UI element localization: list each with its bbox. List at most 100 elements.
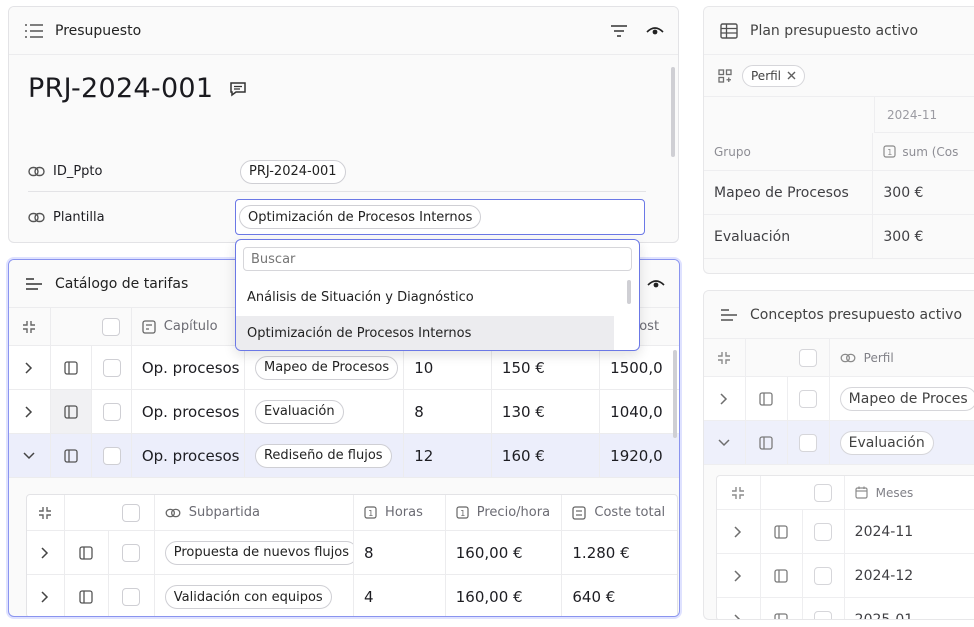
cell-mes: 2024-11 bbox=[854, 523, 914, 540]
select-all-checkbox[interactable] bbox=[814, 483, 833, 502]
field-id-ppto: ID_Ppto PRJ-2024-001 bbox=[28, 152, 646, 192]
select-all-checkbox[interactable] bbox=[799, 348, 818, 367]
subtable-row[interactable]: 2024-11 bbox=[717, 510, 974, 554]
cell-precio: 150 € bbox=[492, 346, 601, 389]
link-icon bbox=[28, 212, 45, 223]
comment-icon[interactable] bbox=[229, 81, 247, 97]
open-record-icon[interactable] bbox=[51, 434, 93, 477]
expand-icon[interactable] bbox=[9, 346, 51, 389]
open-record-icon[interactable] bbox=[51, 346, 93, 389]
subtable-row[interactable]: 2024-12 bbox=[717, 554, 974, 598]
pivot-row[interactable]: Evaluación 300 € bbox=[704, 215, 974, 259]
row-checkbox[interactable] bbox=[122, 588, 141, 606]
col-perfil[interactable]: Perfil bbox=[830, 339, 974, 376]
cell-capitulo: Op. procesos bbox=[132, 390, 245, 433]
row-checkbox[interactable] bbox=[102, 402, 121, 421]
field-label: Plantilla bbox=[53, 209, 105, 225]
subpartida-chip[interactable]: Propuesta de nuevos flujos bbox=[164, 540, 354, 565]
link-icon bbox=[28, 166, 45, 177]
subtable-row[interactable]: Propuesta de nuevos flujos 8 160,00 € 1.… bbox=[27, 531, 677, 575]
partida-chip[interactable]: Mapeo de Procesos bbox=[254, 355, 399, 380]
expand-icon[interactable] bbox=[27, 531, 65, 574]
dropdown-option[interactable]: Análisis de Situación y Diagnóstico bbox=[236, 280, 614, 314]
collapse-all-icon[interactable] bbox=[27, 495, 65, 530]
expand-icon[interactable] bbox=[717, 554, 761, 597]
open-record-icon[interactable] bbox=[746, 421, 788, 464]
cell-precio: 160 € bbox=[492, 434, 601, 477]
table-row[interactable]: Op. procesos Mapeo de Procesos 10 150 € … bbox=[9, 346, 679, 390]
presupuesto-panel: Presupuesto PRJ-2024-001 ID_Ppto PRJ-202… bbox=[8, 6, 679, 243]
panel-title: Plan presupuesto activo bbox=[750, 22, 919, 39]
table-row-selected[interactable]: Op. procesos Rediseño de flujos 12 160 €… bbox=[9, 434, 679, 478]
link-icon bbox=[165, 508, 181, 517]
pivot-header-period: 2024-11 bbox=[874, 97, 974, 133]
row-checkbox[interactable] bbox=[814, 522, 833, 541]
col-coste-total[interactable]: Coste total bbox=[562, 495, 677, 530]
select-all-checkbox[interactable] bbox=[102, 317, 121, 336]
pivot-row[interactable]: Mapeo de Procesos 300 € bbox=[704, 171, 974, 215]
number-icon: 1 bbox=[364, 506, 377, 519]
partida-chip[interactable]: Evaluación bbox=[254, 399, 344, 424]
row-checkbox[interactable] bbox=[102, 358, 121, 377]
close-icon[interactable] bbox=[787, 71, 796, 80]
perfil-chip[interactable]: Evaluación bbox=[839, 430, 934, 455]
cell-precio: 160,00 € bbox=[446, 531, 563, 574]
col-meses[interactable]: Meses bbox=[845, 476, 974, 509]
cell-horas: 8 bbox=[354, 531, 446, 574]
expand-icon[interactable] bbox=[717, 510, 761, 553]
collapse-row-icon[interactable] bbox=[704, 421, 746, 464]
expand-icon[interactable] bbox=[9, 390, 51, 433]
dropdown-option-selected[interactable]: Optimización de Procesos Internos bbox=[236, 316, 614, 350]
col-subpartida[interactable]: Subpartida bbox=[155, 495, 355, 530]
table-row-selected[interactable]: Evaluación bbox=[704, 421, 974, 465]
field-value-chip[interactable]: PRJ-2024-001 bbox=[240, 159, 346, 184]
plantilla-select[interactable]: Optimización de Procesos Internos bbox=[235, 199, 645, 235]
collapse-all-icon[interactable] bbox=[704, 339, 746, 376]
scrollbar[interactable] bbox=[673, 350, 677, 438]
expand-icon[interactable] bbox=[704, 377, 746, 420]
table-row[interactable]: Op. procesos Evaluación 8 130 € 1040,0 bbox=[9, 390, 679, 434]
filter-icon[interactable] bbox=[610, 24, 628, 38]
panel-title: Presupuesto bbox=[55, 22, 142, 39]
eye-icon[interactable] bbox=[646, 24, 664, 38]
scrollbar[interactable] bbox=[627, 280, 631, 304]
row-checkbox[interactable] bbox=[814, 611, 833, 619]
subtable-row[interactable]: Validación con equipos 4 160,00 € 640 € bbox=[27, 575, 677, 616]
selected-chip[interactable]: Optimización de Procesos Internos bbox=[239, 205, 482, 229]
open-record-icon[interactable] bbox=[761, 510, 803, 553]
collapse-row-icon[interactable] bbox=[9, 434, 51, 477]
row-checkbox[interactable] bbox=[122, 543, 141, 562]
filter-chip[interactable]: Perfil bbox=[742, 64, 806, 87]
open-record-icon[interactable] bbox=[50, 390, 93, 433]
open-record-icon[interactable] bbox=[761, 598, 803, 619]
table-row[interactable]: Mapeo de Proces bbox=[704, 377, 974, 421]
expand-icon[interactable] bbox=[27, 575, 65, 616]
cell-coste: 1040,0 bbox=[610, 402, 663, 421]
svg-text:1: 1 bbox=[888, 148, 893, 157]
col-capitulo[interactable]: Capítulo bbox=[132, 308, 245, 345]
row-checkbox[interactable] bbox=[102, 446, 121, 465]
eye-icon[interactable] bbox=[647, 277, 665, 291]
subpartida-chip[interactable]: Validación con equipos bbox=[164, 585, 332, 609]
cell-coste: 1920,0 bbox=[610, 446, 663, 465]
open-record-icon[interactable] bbox=[65, 531, 109, 574]
row-checkbox[interactable] bbox=[814, 566, 833, 585]
conceptos-panel: Conceptos presupuesto activo Perfil Mape… bbox=[703, 290, 974, 620]
open-record-icon[interactable] bbox=[65, 575, 109, 616]
open-record-icon[interactable] bbox=[746, 377, 788, 420]
col-precio[interactable]: 1 Precio/hora bbox=[446, 495, 563, 530]
cell-horas: 10 bbox=[404, 346, 492, 389]
open-record-icon[interactable] bbox=[761, 554, 803, 597]
subtable-row[interactable]: 2025-01 bbox=[717, 598, 974, 619]
expand-icon[interactable] bbox=[717, 598, 761, 619]
row-checkbox[interactable] bbox=[799, 389, 818, 408]
col-horas[interactable]: 1 Horas bbox=[354, 495, 446, 530]
partida-chip[interactable]: Rediseño de flujos bbox=[254, 443, 392, 468]
dropdown-search-input[interactable] bbox=[243, 247, 632, 271]
collapse-all-icon[interactable] bbox=[717, 476, 761, 509]
select-all-checkbox[interactable] bbox=[122, 503, 141, 522]
scrollbar[interactable] bbox=[671, 67, 675, 157]
row-checkbox[interactable] bbox=[799, 433, 818, 452]
perfil-chip[interactable]: Mapeo de Proces bbox=[839, 386, 974, 411]
collapse-all-icon[interactable] bbox=[9, 308, 51, 345]
